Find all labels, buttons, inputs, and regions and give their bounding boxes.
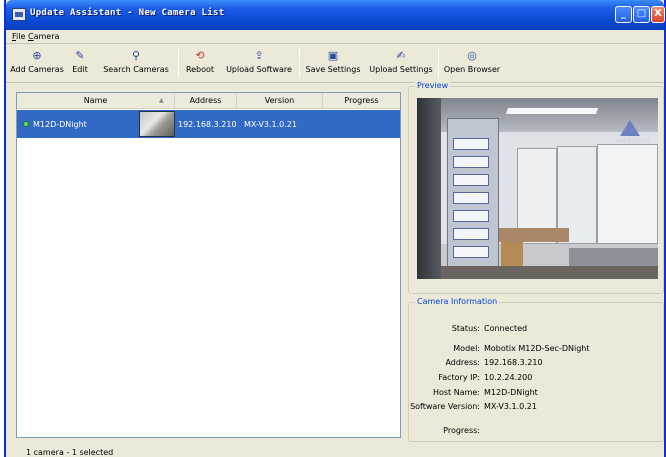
info-value-status: Connected <box>484 324 528 333</box>
camera-information-legend: Camera Information <box>415 297 500 306</box>
wrench-icon: ✍ <box>396 49 406 62</box>
column-header-version[interactable]: Version <box>237 93 323 109</box>
reboot-icon: ⟲ <box>195 49 205 62</box>
toolbar: ⊕ Add Cameras ✎ Edit ⚲ Search Cameras ⟲ … <box>6 45 664 83</box>
add-cameras-button[interactable]: ⊕ Add Cameras <box>8 45 66 81</box>
info-value-model: Mobotix M12D-Sec-DNight <box>484 344 590 353</box>
info-label-factory-ip: Factory IP: <box>438 373 480 382</box>
sort-ascending-icon: ▲ <box>159 97 164 104</box>
status-text: 1 camera - 1 selected <box>26 448 114 457</box>
info-label-model: Model: <box>453 344 480 353</box>
row-address: 192.168.3.210 <box>178 120 237 129</box>
camera-information-group: Camera Information <box>408 297 664 442</box>
search-cameras-button[interactable]: ⚲ Search Cameras <box>98 45 174 81</box>
info-label-progress: Progress: <box>443 426 480 435</box>
camera-thumbnail <box>139 111 175 137</box>
status-online-icon <box>23 121 29 127</box>
camera-preview-image[interactable]: MOBOTIX <box>417 98 658 279</box>
row-version: MX-V3.1.0.21 <box>244 120 297 129</box>
info-label-status: Status: <box>451 324 480 333</box>
info-value-host-name: M12D-DNight <box>484 388 538 397</box>
globe-icon: ◎ <box>467 49 477 62</box>
info-label-host-name: Host Name: <box>432 388 480 397</box>
save-settings-button[interactable]: ▣ Save Settings <box>302 45 364 81</box>
table-row[interactable]: M12D-DNight 192.168.3.210 MX-V3.1.0.21 <box>17 110 400 138</box>
toolbar-separator <box>178 49 179 77</box>
info-label-software-version: Software Version: <box>410 402 480 411</box>
window-title: Update Assistant - New Camera List <box>30 8 225 18</box>
camera-list[interactable]: Name ▲ Address Version Progress M12D-DNi… <box>16 92 401 438</box>
preview-legend: Preview <box>415 81 451 90</box>
maximize-button[interactable]: □ <box>633 6 650 23</box>
floppy-icon: ▣ <box>327 49 339 62</box>
edit-button[interactable]: ✎ Edit <box>67 45 93 81</box>
pencil-icon: ✎ <box>75 49 85 62</box>
mobotix-logo-icon <box>620 120 640 136</box>
application-window: Update Assistant - New Camera List _ □ X… <box>4 0 666 457</box>
info-value-software-version: MX-V3.1.0.21 <box>484 402 537 411</box>
toolbar-separator <box>438 49 439 77</box>
column-header-progress[interactable]: Progress <box>323 93 400 109</box>
status-bar: 1 camera - 1 selected <box>6 446 664 457</box>
info-value-address: 192.168.3.210 <box>484 358 543 367</box>
column-header-name[interactable]: Name <box>17 93 175 109</box>
app-icon[interactable] <box>12 8 26 21</box>
toolbar-separator <box>299 49 300 77</box>
watermark-brand: MOBOTIX <box>615 138 650 145</box>
add-camera-icon: ⊕ <box>32 49 42 62</box>
column-header-address[interactable]: Address <box>175 93 237 109</box>
upload-software-button[interactable]: ⇪ Upload Software <box>221 45 297 81</box>
row-name: M12D-DNight <box>33 120 87 129</box>
upload-settings-button[interactable]: ✍ Upload Settings <box>367 45 435 81</box>
title-bar[interactable]: Update Assistant - New Camera List _ □ X <box>6 0 665 30</box>
open-browser-button[interactable]: ◎ Open Browser <box>442 45 502 81</box>
reboot-button[interactable]: ⟲ Reboot <box>182 45 218 81</box>
binoculars-icon: ⚲ <box>131 49 141 62</box>
minimize-button[interactable]: _ <box>615 6 632 23</box>
info-value-factory-ip: 10.2.24.200 <box>484 373 533 382</box>
info-label-address: Address: <box>445 358 480 367</box>
upload-icon: ⇪ <box>254 49 264 62</box>
list-header: Name ▲ Address Version Progress <box>17 93 400 109</box>
close-button[interactable]: X <box>651 6 665 23</box>
preview-group: Preview MOBOTIX <box>408 81 664 294</box>
menu-camera[interactable]: Camera <box>28 32 59 41</box>
menu-file[interactable]: File <box>12 32 25 41</box>
menu-bar: File Camera <box>6 30 664 44</box>
